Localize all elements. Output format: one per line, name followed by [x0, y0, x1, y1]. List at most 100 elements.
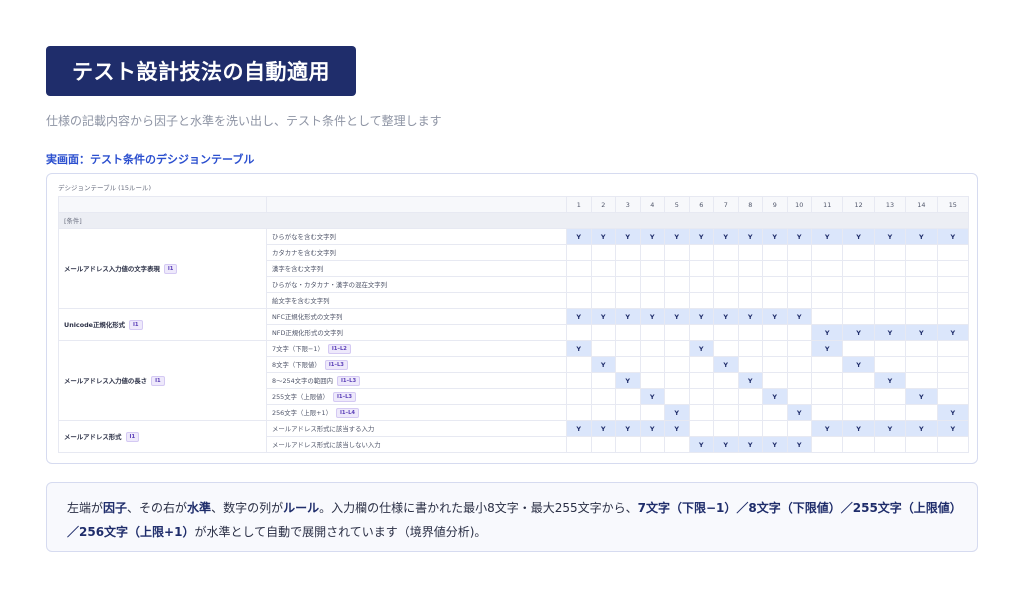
- rule-cell-2: [590, 372, 616, 389]
- rule-cell-4: Y: [639, 420, 665, 437]
- rule-cell-15: [936, 388, 969, 405]
- level-label: 7文字（下限−1）: [272, 344, 324, 353]
- rule-number-4: 4: [639, 196, 665, 213]
- rule-cell-14: [905, 244, 938, 261]
- rule-cell-9: [762, 276, 788, 293]
- rule-cell-2: [590, 292, 616, 309]
- rule-cell-5: [664, 292, 690, 309]
- rule-cell-2: [590, 436, 616, 453]
- rule-number-5: 5: [664, 196, 690, 213]
- rule-cell-3: [615, 276, 641, 293]
- rule-cell-11: [810, 404, 844, 421]
- rule-cell-10: Y: [786, 404, 812, 421]
- level-label: 絵文字を含む文字列: [272, 297, 330, 305]
- level-id-badge: I1–L3: [332, 391, 356, 402]
- decision-table: 1 2 3 4 5 6 7 8 9 10 11 12 13 14 15 [条件] メールアドレス入力値の文字表…: [58, 196, 969, 453]
- rule-cell-3: [615, 356, 641, 373]
- level-label: NFC正規化形式の文字列: [272, 313, 343, 321]
- level-label: ひらがな・カタカナ・漢字の混在文字列: [272, 281, 388, 289]
- rule-cell-10: Y: [786, 228, 812, 245]
- rule-cell-5: Y: [664, 404, 690, 421]
- rule-number-14: 14: [905, 196, 938, 213]
- level-id-badge: I1–L3: [337, 375, 361, 386]
- rule-cell-9: [762, 340, 788, 357]
- rule-cell-9: Y: [762, 308, 788, 325]
- rule-cell-14: [905, 260, 938, 277]
- rule-cell-5: [664, 260, 690, 277]
- rule-cell-4: [639, 324, 665, 341]
- rule-cell-1: [566, 372, 592, 389]
- rule-cell-1: [566, 260, 592, 277]
- rule-cell-6: Y: [688, 228, 714, 245]
- rule-cell-6: [688, 388, 714, 405]
- rule-cell-11: [810, 276, 844, 293]
- rule-number-2: 2: [590, 196, 616, 213]
- rule-cell-13: Y: [873, 228, 907, 245]
- table-caption: デシジョンテーブル (15ルール): [58, 184, 152, 192]
- rule-cell-8: Y: [737, 308, 763, 325]
- rule-cell-13: [873, 388, 907, 405]
- rule-cell-7: [713, 260, 739, 277]
- conditions-section-label: [条件]: [58, 212, 969, 229]
- rule-cell-14: [905, 308, 938, 325]
- rule-cell-1: [566, 244, 592, 261]
- rule-cell-4: Y: [639, 308, 665, 325]
- level-cell: 漢字を含む文字列: [266, 260, 567, 277]
- rule-cell-13: [873, 340, 907, 357]
- note-bold-rule: ルール: [283, 501, 320, 515]
- rule-cell-13: [873, 436, 907, 453]
- rule-cell-13: Y: [873, 324, 907, 341]
- rule-cell-10: [786, 420, 812, 437]
- rule-cell-8: Y: [737, 436, 763, 453]
- level-label: 255文字（上限値）: [272, 392, 329, 401]
- rule-cell-8: [737, 356, 763, 373]
- factor-label: メールアドレス形式: [64, 432, 122, 441]
- rule-cell-11: [810, 372, 844, 389]
- rule-cell-4: [639, 436, 665, 453]
- rule-cell-1: [566, 324, 592, 341]
- rule-cell-3: [615, 388, 641, 405]
- rule-cell-9: Y: [762, 228, 788, 245]
- rule-cell-11: [810, 356, 844, 373]
- rule-cell-15: Y: [936, 404, 969, 421]
- level-label: メールアドレス形式に該当する入力: [272, 425, 375, 433]
- rule-cell-8: [737, 420, 763, 437]
- factor-id-badge: I1: [163, 263, 178, 274]
- rule-cell-2: [590, 324, 616, 341]
- rule-cell-8: Y: [737, 372, 763, 389]
- rule-cell-6: Y: [688, 436, 714, 453]
- rule-cell-3: [615, 436, 641, 453]
- note-text-part: 、数字の列が: [211, 501, 284, 515]
- rule-cell-7: [713, 404, 739, 421]
- rule-cell-6: [688, 324, 714, 341]
- rule-cell-7: [713, 420, 739, 437]
- rule-cell-3: [615, 404, 641, 421]
- rule-number-13: 13: [873, 196, 907, 213]
- rule-cell-3: [615, 260, 641, 277]
- rule-number-6: 6: [688, 196, 714, 213]
- factor-id-badge: I1: [151, 375, 165, 386]
- rule-cell-6: [688, 404, 714, 421]
- rule-cell-12: [842, 292, 875, 309]
- rule-cell-4: [639, 244, 665, 261]
- rule-cell-6: [688, 372, 714, 389]
- rule-cell-9: [762, 324, 788, 341]
- rule-cell-10: [786, 292, 812, 309]
- rule-cell-13: Y: [873, 420, 907, 437]
- rule-cell-14: Y: [905, 228, 938, 245]
- factor-label: Unicode正規化形式: [64, 320, 125, 329]
- rule-cell-3: Y: [615, 420, 641, 437]
- rule-cell-8: Y: [737, 228, 763, 245]
- rule-cell-2: [590, 340, 616, 357]
- rule-cell-7: [713, 388, 739, 405]
- rule-cell-15: [936, 356, 969, 373]
- rule-cell-6: [688, 420, 714, 437]
- rule-cell-4: Y: [639, 388, 665, 405]
- level-cell: 絵文字を含む文字列: [266, 292, 567, 309]
- rule-cell-13: Y: [873, 372, 907, 389]
- level-cell: NFC正規化形式の文字列: [266, 308, 567, 325]
- rule-cell-5: [664, 340, 690, 357]
- section-label: 実画面：テスト条件のデシジョンテーブル: [46, 153, 255, 166]
- rule-cell-10: Y: [786, 308, 812, 325]
- rule-cell-9: [762, 404, 788, 421]
